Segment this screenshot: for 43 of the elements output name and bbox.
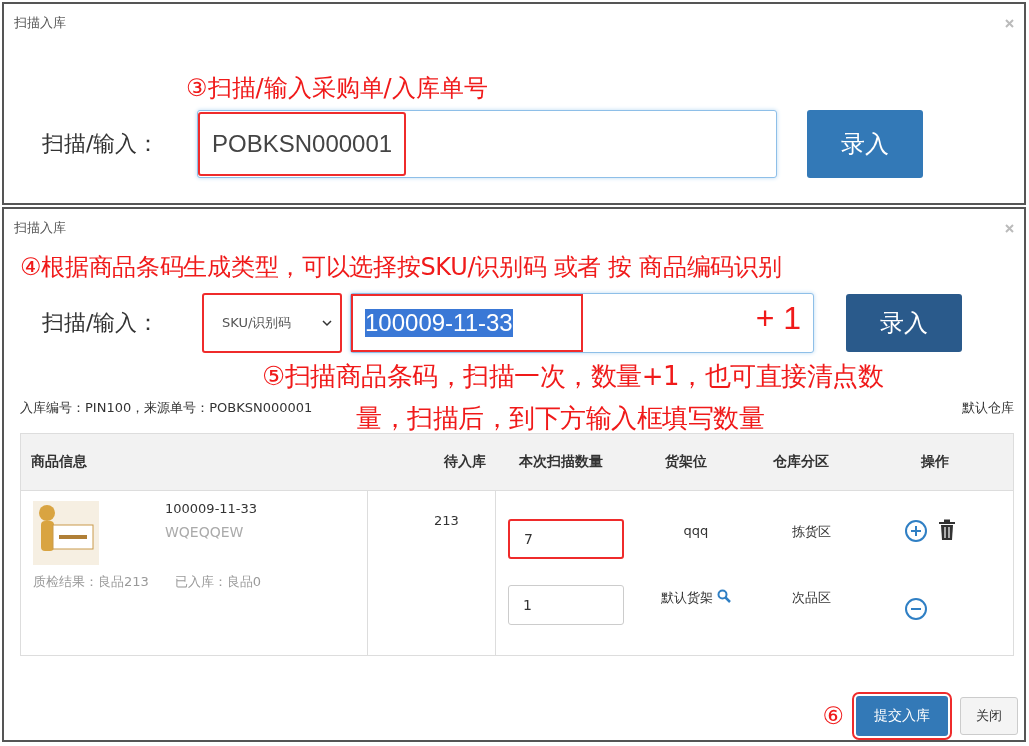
annotation-text: ⑤扫描商品条码，扫描一次，数量+1，也可直接清点数 (262, 360, 884, 393)
zone-name: 次品区 (791, 590, 831, 605)
annotation-text: 量，扫描后，到下方输入框填写数量 (356, 402, 765, 435)
enter-button[interactable]: 录入 (807, 110, 923, 178)
input-field[interactable]: 100009-11-33 + 1 (350, 293, 814, 353)
product-name: WQEQQEW (165, 524, 245, 540)
shelf-name: qqq (683, 523, 709, 538)
warehouse-label: 默认仓库 (962, 399, 1014, 417)
input-value: 100009-11-33 (365, 309, 513, 337)
dialog-title: 扫描入库 (14, 14, 66, 32)
type-dropdown[interactable]: SKU/识别码 (202, 293, 342, 353)
quality-result: 质检结果：良品213 (33, 573, 149, 591)
placeholder-image-drawing (33, 501, 99, 565)
annotation-text: ⑥ (822, 702, 844, 730)
trash-icon[interactable] (938, 519, 956, 541)
product-code: 100009-11-33 (165, 501, 258, 516)
order-info: 入库编号：PIN100，来源单号：POBKSN000001 (20, 399, 313, 417)
add-icon[interactable] (904, 519, 928, 543)
dialog-title: 扫描入库 (14, 219, 66, 237)
column-header: 仓库分区 (772, 453, 830, 471)
search-icon[interactable] (717, 589, 731, 603)
enter-button[interactable]: 录入 (846, 294, 962, 352)
column-header: 本次扫描数量 (518, 453, 604, 471)
scan-input-label: 扫描/输入： (42, 309, 161, 337)
zone-name: 拣货区 (791, 524, 831, 539)
quantity-field[interactable]: 7 (508, 519, 624, 559)
close-button[interactable]: 关闭 (960, 697, 1018, 735)
column-header: 商品信息 (30, 453, 88, 471)
remove-icon[interactable] (904, 597, 928, 621)
column-header: 货架位 (664, 453, 708, 471)
annotation-text: ③扫描/输入采购单/入库单号 (186, 73, 489, 104)
annotation-text: + 1 (755, 300, 801, 337)
shelf-name: 默认货架 (661, 589, 713, 607)
annotation-text: ④根据商品条码生成类型，可以选择按SKU/识别码 或者 按 商品编码识别 (20, 252, 783, 283)
stocked-info: 已入库：良品0 (174, 573, 262, 591)
input-value: POBKSN000001 (198, 112, 407, 176)
column-header: 操作 (919, 453, 950, 471)
column-header: 待入库 (443, 453, 487, 471)
caret-icon (322, 319, 332, 327)
pending-count: 213 (434, 513, 459, 528)
input-field[interactable]: POBKSN000001 (197, 110, 777, 178)
quantity-field[interactable]: 1 (508, 585, 624, 625)
scan-input-label: 扫描/输入： (42, 130, 161, 158)
